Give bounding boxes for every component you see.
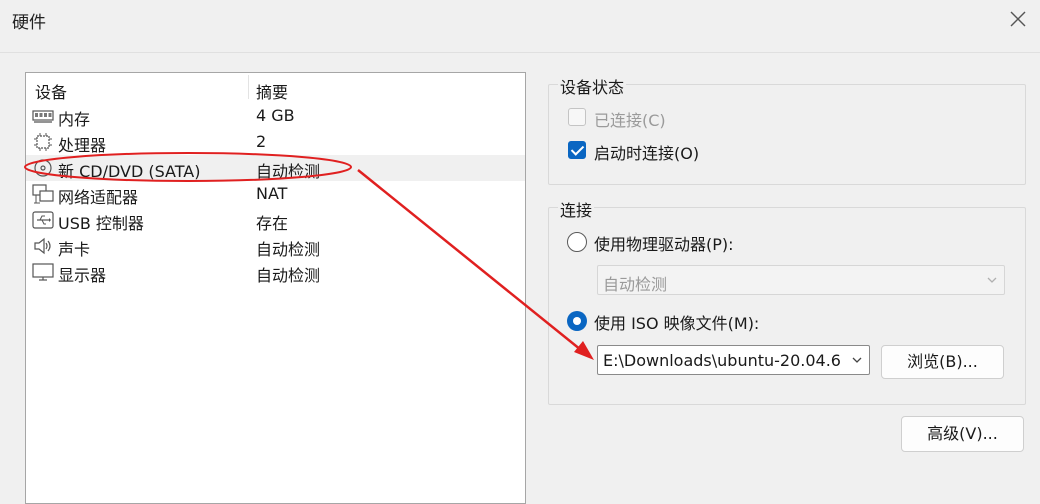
- physical-drive-label: 使用物理驱动器(P):: [594, 235, 734, 254]
- device-status-group: [548, 84, 1026, 185]
- device-name: 显示器: [58, 266, 107, 285]
- browse-button[interactable]: 浏览(B)...: [881, 345, 1004, 379]
- device-row-cd-dvd[interactable]: 新 CD/DVD (SATA) 自动检测: [26, 155, 525, 181]
- processor-icon: [34, 133, 52, 151]
- connect-at-power-on-label: 启动时连接(O): [594, 144, 700, 163]
- physical-drive-value: 自动检测: [603, 275, 668, 294]
- close-button[interactable]: [1004, 6, 1032, 32]
- advanced-button[interactable]: 高级(V)...: [901, 416, 1024, 452]
- cd-dvd-icon: [34, 159, 52, 177]
- physical-drive-select[interactable]: 自动检测: [597, 265, 1005, 295]
- connect-at-power-on-checkbox[interactable]: [568, 141, 586, 159]
- device-name: 新 CD/DVD (SATA): [58, 162, 201, 181]
- chevron-down-icon: [852, 357, 862, 363]
- device-row-usb[interactable]: USB 控制器 存在: [26, 207, 525, 233]
- usb-icon: [32, 211, 54, 229]
- iso-path-value[interactable]: E:\Downloads\ubuntu-20.04.6: [603, 351, 846, 370]
- device-row-memory[interactable]: 内存 4 GB: [26, 103, 525, 129]
- memory-icon: [32, 110, 54, 123]
- close-icon: [1010, 11, 1026, 27]
- device-summary: 存在: [256, 214, 289, 233]
- device-list[interactable]: 设备 摘要 内存 4 GB 处理器 2 新 CD/DVD (SATA) 自动检测…: [25, 72, 526, 504]
- device-summary: NAT: [256, 184, 288, 203]
- chevron-down-icon: [987, 277, 997, 283]
- device-row-sound-card[interactable]: 声卡 自动检测: [26, 233, 525, 259]
- title-bar: 硬件: [0, 0, 1040, 38]
- device-summary: 自动检测: [256, 266, 321, 285]
- connection-title: 连接: [558, 197, 595, 221]
- column-separator[interactable]: [248, 75, 249, 99]
- device-summary: 2: [256, 132, 267, 151]
- device-row-display[interactable]: 显示器 自动检测: [26, 259, 525, 285]
- physical-drive-radio[interactable]: [567, 232, 587, 252]
- column-header-summary[interactable]: 摘要: [256, 79, 288, 103]
- device-status-title: 设备状态: [558, 74, 627, 98]
- device-name: 处理器: [58, 136, 107, 155]
- iso-path-combo[interactable]: E:\Downloads\ubuntu-20.04.6: [597, 345, 870, 375]
- connected-checkbox[interactable]: [568, 108, 586, 126]
- iso-image-label: 使用 ISO 映像文件(M):: [594, 314, 760, 333]
- device-row-network-adapter[interactable]: 网络适配器 NAT: [26, 181, 525, 207]
- device-name: 网络适配器: [58, 188, 139, 207]
- device-row-processor[interactable]: 处理器 2: [26, 129, 525, 155]
- device-summary: 自动检测: [256, 162, 321, 181]
- divider: [0, 52, 1040, 53]
- device-summary: 4 GB: [256, 106, 295, 125]
- device-name: 声卡: [58, 240, 91, 259]
- network-adapter-icon: [32, 184, 54, 204]
- display-icon: [32, 263, 54, 281]
- column-header-device[interactable]: 设备: [35, 79, 67, 103]
- device-name: 内存: [58, 110, 91, 129]
- device-name: USB 控制器: [58, 214, 144, 233]
- iso-image-radio[interactable]: [567, 311, 587, 331]
- connected-label: 已连接(C): [594, 111, 666, 130]
- window-title: 硬件: [12, 13, 46, 33]
- list-header: 设备 摘要: [26, 73, 525, 103]
- device-summary: 自动检测: [256, 240, 321, 259]
- sound-card-icon: [34, 237, 51, 255]
